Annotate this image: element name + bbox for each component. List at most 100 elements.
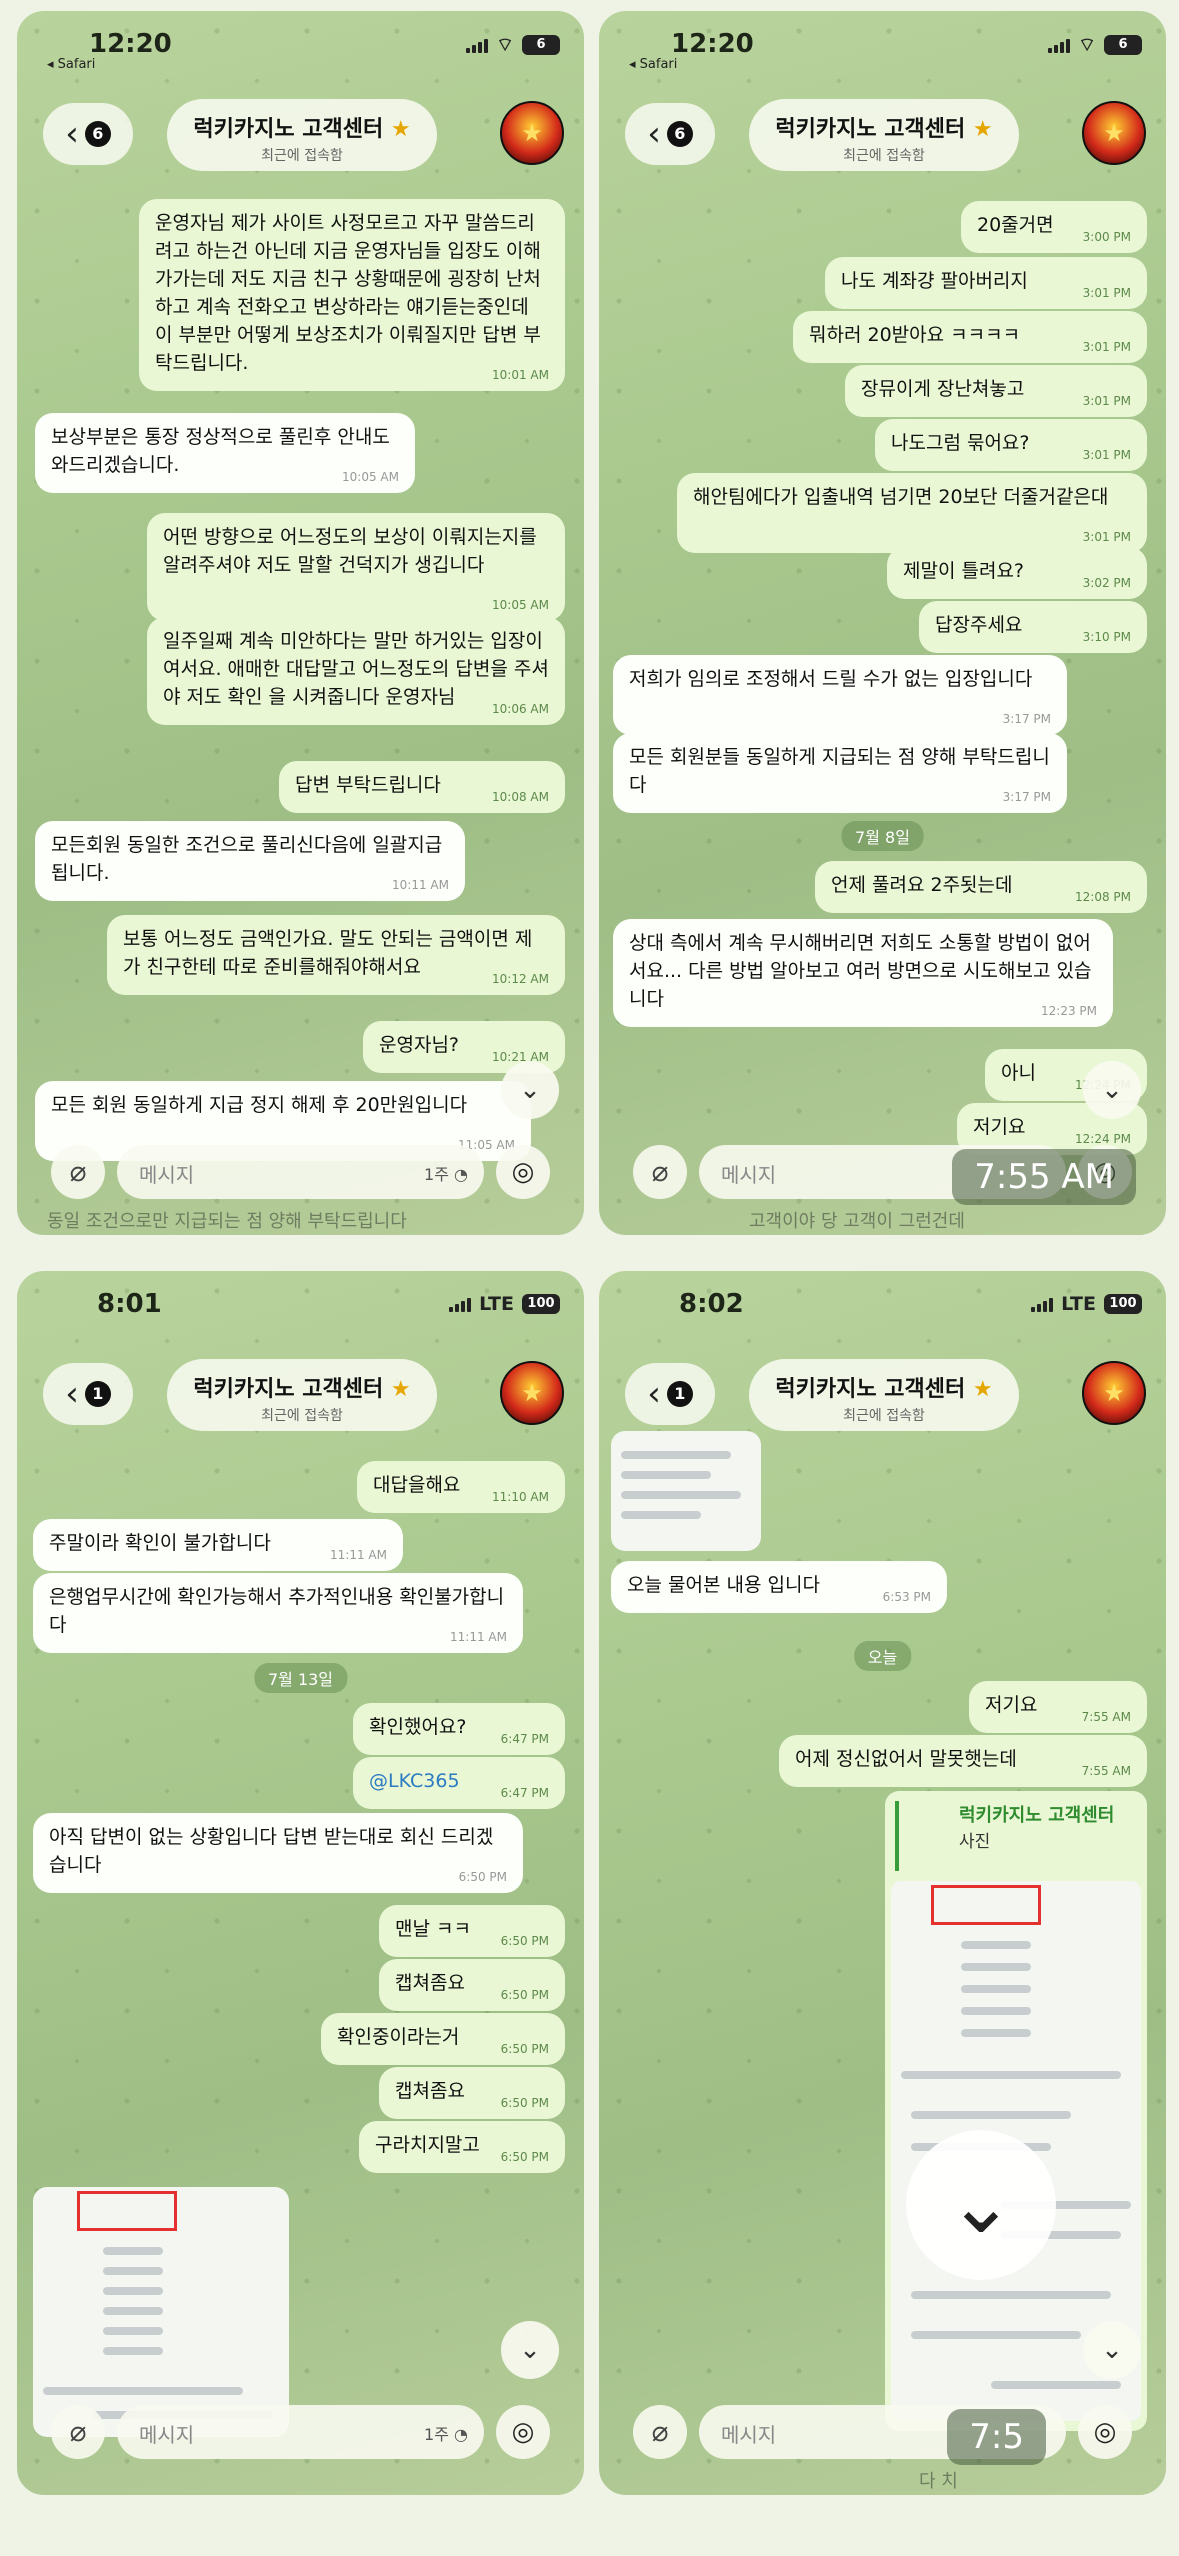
camera-button[interactable]: ◎ bbox=[496, 1145, 550, 1199]
camera-button[interactable]: ◎ bbox=[1078, 2405, 1132, 2459]
message-time: 3:10 PM bbox=[1082, 630, 1131, 644]
message-text: 주말이라 확인이 불가합니다 bbox=[49, 1532, 271, 1554]
back-button[interactable]: ‹ 1 bbox=[625, 1363, 715, 1425]
message-time: 3:00 PM bbox=[1082, 230, 1131, 244]
avatar[interactable]: ★ bbox=[1082, 1361, 1146, 1425]
contact-name: 럭키카지노 고객센터 bbox=[193, 1377, 384, 1402]
date-separator: 오늘 bbox=[853, 1641, 912, 1671]
chevron-left-icon: ‹ bbox=[65, 1374, 79, 1414]
message-bubble[interactable]: 해안팀에다가 입출내역 넘기면 20보단 더줄거같은대 3:01 PM bbox=[677, 473, 1147, 553]
message-bubble[interactable]: 답장주세요 3:10 PM bbox=[919, 601, 1147, 653]
scroll-down-button[interactable]: ⌄ bbox=[1083, 2321, 1141, 2379]
message-bubble[interactable]: 캡쳐좀요 6:50 PM bbox=[379, 2067, 565, 2119]
message-time: 10:11 AM bbox=[392, 878, 449, 892]
composer: ⌀ 메시지 ◎ 7:55 AM 고객이야 당 고객이 그런건데 bbox=[599, 1125, 1166, 1235]
timer-label[interactable]: 1주 ◔ bbox=[424, 2421, 468, 2445]
scroll-down-button[interactable]: ⌄ bbox=[501, 1061, 559, 1119]
message-bubble[interactable]: 답변 부탁드립니다 10:08 AM bbox=[279, 761, 565, 813]
message-bubble[interactable]: 은행업무시간에 확인가능해서 추가적인내용 확인불가합니다 11:11 AM bbox=[33, 1573, 523, 1653]
message-text: 어떤 방향으로 어느정도의 보상이 이뤄지는지를 알려주셔야 저도 말할 건덕지… bbox=[163, 526, 537, 576]
star-icon: ★ bbox=[1103, 1379, 1125, 1407]
attach-button[interactable]: ⌀ bbox=[633, 1145, 687, 1199]
message-text: 모든 회원분들 동일하게 지급되는 점 양해 부탁드립니다 bbox=[629, 746, 1050, 796]
message-time: 6:50 PM bbox=[458, 1870, 507, 1884]
timer-value: 1주 bbox=[424, 2425, 449, 2444]
message-bubble[interactable]: 확인했어요? 6:47 PM bbox=[353, 1703, 565, 1755]
message-time: 11:11 AM bbox=[450, 1630, 507, 1644]
message-bubble[interactable]: 일주일째 계속 미안하다는 말만 하거있는 입장이여서요. 애매한 대답말고 어… bbox=[147, 617, 565, 725]
back-button[interactable]: ‹ 6 bbox=[43, 103, 133, 165]
composer: ⌀ 메시지 ◎ 7:5 다 치 bbox=[599, 2385, 1166, 2495]
message-bubble[interactable]: 모든회원 동일한 조건으로 풀리신다음에 일괄지급됩니다. 10:11 AM bbox=[35, 821, 465, 901]
message-text: 캡쳐좀요 bbox=[395, 1972, 465, 1994]
message-bubble[interactable]: 저기요 7:55 AM bbox=[969, 1681, 1147, 1733]
message-bubble[interactable]: 확인중이라는거 6:50 PM bbox=[321, 2013, 565, 2065]
scroll-down-button[interactable]: ⌄ bbox=[1083, 1061, 1141, 1119]
message-bubble[interactable]: 캡쳐좀요 6:50 PM bbox=[379, 1959, 565, 2011]
message-input[interactable]: 메시지 1주 ◔ bbox=[117, 1145, 484, 1199]
message-bubble[interactable]: 저희가 임의로 조정해서 드릴 수가 없는 입장입니다 3:17 PM bbox=[613, 655, 1067, 735]
chat-title[interactable]: 럭키카지노 고객센터 ★ 최근에 접속함 bbox=[749, 1359, 1019, 1431]
avatar[interactable]: ★ bbox=[500, 1361, 564, 1425]
message-bubble[interactable]: 구라치지말고 6:50 PM bbox=[359, 2121, 565, 2173]
message-bubble[interactable]: 오늘 물어본 내용 입니다 6:53 PM bbox=[611, 1561, 947, 1613]
message-bubble[interactable]: 모든 회원분들 동일하게 지급되는 점 양해 부탁드립니다 3:17 PM bbox=[613, 733, 1067, 813]
message-bubble[interactable]: 보상부분은 통장 정상적으로 풀린후 안내도와드리겠습니다. 10:05 AM bbox=[35, 413, 415, 493]
avatar[interactable]: ★ bbox=[1082, 101, 1146, 165]
message-text: 아니 bbox=[1001, 1062, 1036, 1084]
message-time: 3:01 PM bbox=[1082, 340, 1131, 354]
back-to-safari[interactable]: ◂ Safari bbox=[629, 57, 677, 72]
message-bubble[interactable]: 나도그럼 묶어요? 3:01 PM bbox=[875, 419, 1147, 471]
attach-button[interactable]: ⌀ bbox=[51, 1145, 105, 1199]
message-bubble[interactable]: 상대 측에서 계속 무시해버리면 저희도 소통할 방법이 없어서요... 다른 … bbox=[613, 919, 1113, 1027]
message-bubble[interactable]: 대답을해요 11:10 AM bbox=[357, 1461, 565, 1513]
photo-title: 럭키카지노 고객센터 bbox=[959, 1805, 1115, 1826]
message-text: 보상부분은 통장 정상적으로 풀린후 안내도와드리겠습니다. bbox=[51, 426, 390, 476]
message-text: 답변 부탁드립니다 bbox=[295, 774, 441, 796]
message-bubble[interactable]: 장뮤이게 장난쳐놓고 3:01 PM bbox=[845, 365, 1147, 417]
message-time: 6:50 PM bbox=[500, 1988, 549, 2002]
message-bubble[interactable]: 나도 계좌걍 팔아버리지 3:01 PM bbox=[825, 257, 1147, 309]
mention-link[interactable]: @LKC365 bbox=[369, 1770, 460, 1792]
paperclip-icon: ⌀ bbox=[69, 2415, 87, 2448]
chevron-down-icon: ⌄ bbox=[947, 2158, 1015, 2251]
message-bubble[interactable]: 운영자님 제가 사이트 사정모르고 자꾸 말씀드리려고 하는건 아닌데 지금 운… bbox=[139, 199, 565, 391]
screenshot-thumbnail[interactable] bbox=[611, 1431, 761, 1551]
status-time: 8:01 bbox=[97, 1289, 162, 1319]
message-bubble[interactable]: 제말이 틀려요? 3:02 PM bbox=[887, 547, 1147, 599]
message-bubble[interactable]: 아직 답변이 없는 상황입니다 답변 받는대로 회신 드리겠습니다 6:50 PM bbox=[33, 1813, 523, 1893]
message-text: 구라치지말고 bbox=[375, 2134, 480, 2156]
chevron-left-icon: ‹ bbox=[647, 114, 661, 154]
message-time: 10:08 AM bbox=[492, 790, 549, 804]
message-text: 오늘 물어본 내용 입니다 bbox=[627, 1574, 820, 1596]
message-bubble[interactable]: 뭐하러 20받아요 ㅋㅋㅋㅋ 3:01 PM bbox=[793, 311, 1147, 363]
message-bubble[interactable]: 주말이라 확인이 불가합니다 11:11 AM bbox=[33, 1519, 403, 1571]
message-bubble[interactable]: 보통 어느정도 금액인가요. 말도 안되는 금액이면 제가 친구한테 따로 준비… bbox=[107, 915, 565, 995]
chat-title[interactable]: 럭키카지노 고객센터 ★ 최근에 접속함 bbox=[749, 99, 1019, 171]
timer-label[interactable]: 1주 ◔ bbox=[424, 1161, 468, 1185]
instagram-icon: ◎ bbox=[1093, 2417, 1117, 2447]
message-bubble[interactable]: 20줄거면 3:00 PM bbox=[961, 201, 1147, 253]
message-bubble[interactable]: 맨날 ㅋㅋ 6:50 PM bbox=[379, 1905, 565, 1957]
message-text: 보통 어느정도 금액인가요. 말도 안되는 금액이면 제가 친구한테 따로 준비… bbox=[123, 928, 533, 978]
message-bubble[interactable]: 언제 풀려요 2주됫는데 12:08 PM bbox=[815, 861, 1147, 913]
attach-button[interactable]: ⌀ bbox=[51, 2405, 105, 2459]
back-to-safari[interactable]: ◂ Safari bbox=[47, 57, 95, 72]
chevron-down-icon: ⌄ bbox=[519, 2335, 541, 2365]
large-scroll-down-button[interactable]: ⌄ bbox=[906, 2130, 1056, 2280]
message-bubble[interactable]: @LKC365 6:47 PM bbox=[353, 1757, 565, 1809]
scroll-down-button[interactable]: ⌄ bbox=[501, 2321, 559, 2379]
camera-button[interactable]: ◎ bbox=[496, 2405, 550, 2459]
chat-title[interactable]: 럭키카지노 고객센터 ★ 최근에 접속함 bbox=[167, 1359, 437, 1431]
message-bubble[interactable]: 어떤 방향으로 어느정도의 보상이 이뤄지는지를 알려주셔야 저도 말할 건덕지… bbox=[147, 513, 565, 621]
attach-button[interactable]: ⌀ bbox=[633, 2405, 687, 2459]
chat-title[interactable]: 럭키카지노 고객센터 ★ 최근에 접속함 bbox=[167, 99, 437, 171]
back-button[interactable]: ‹ 1 bbox=[43, 1363, 133, 1425]
message-bubble[interactable]: 어제 정신없어서 말못햇는데 7:55 AM bbox=[779, 1735, 1147, 1787]
message-time: 7:55 AM bbox=[1081, 1710, 1131, 1724]
message-text: 일주일째 계속 미안하다는 말만 하거있는 입장이여서요. 애매한 대답말고 어… bbox=[163, 630, 549, 708]
avatar[interactable]: ★ bbox=[500, 101, 564, 165]
back-button[interactable]: ‹ 6 bbox=[625, 103, 715, 165]
star-icon: ★ bbox=[390, 117, 411, 142]
message-input[interactable]: 메시지 1주 ◔ bbox=[117, 2405, 484, 2459]
